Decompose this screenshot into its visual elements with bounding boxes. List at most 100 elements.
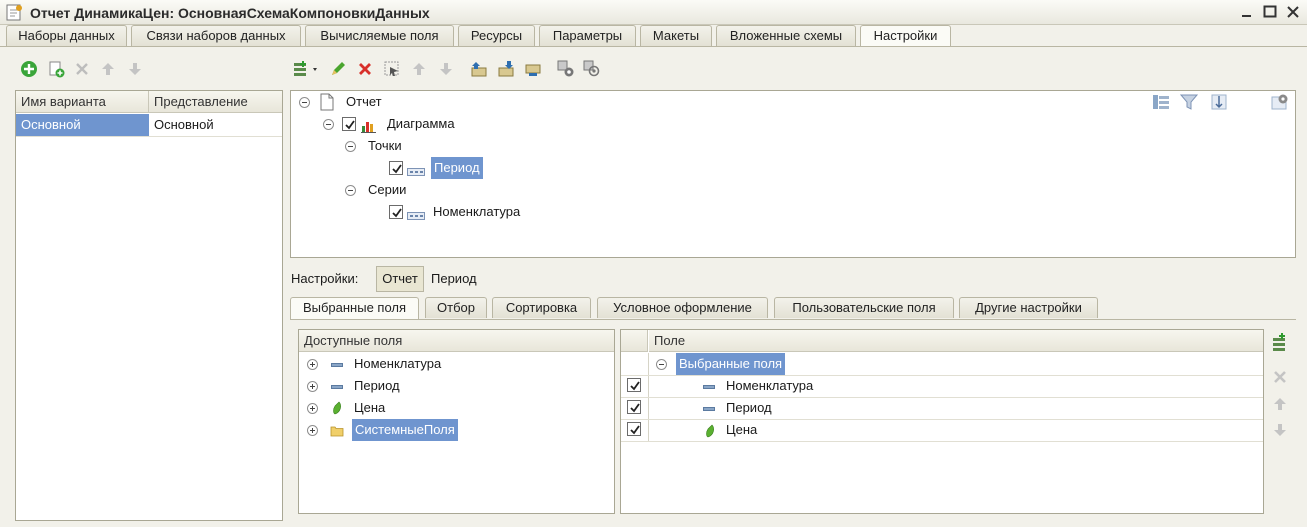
move-down-icon[interactable] bbox=[125, 59, 145, 79]
settings-gear-icon[interactable] bbox=[556, 59, 576, 79]
collapse-icon[interactable] bbox=[345, 141, 356, 152]
series-field-checkbox[interactable] bbox=[389, 205, 403, 219]
tab-parameters[interactable]: Параметры bbox=[539, 25, 636, 46]
move-up-icon[interactable] bbox=[409, 59, 429, 79]
tab-divider bbox=[0, 46, 1307, 47]
subtab-other-settings[interactable]: Другие настройки bbox=[959, 297, 1098, 318]
window-title: Отчет ДинамикаЦен: ОсновнаяСхемаКомпонов… bbox=[30, 5, 430, 21]
move-down-icon[interactable] bbox=[1270, 420, 1290, 440]
tree-series-field[interactable]: Номенклатура bbox=[433, 201, 520, 223]
row-divider bbox=[621, 375, 1263, 376]
field-icon bbox=[703, 385, 715, 389]
maximize-button[interactable] bbox=[1262, 4, 1278, 20]
expand-icon[interactable] bbox=[307, 359, 318, 370]
collapse-icon[interactable] bbox=[345, 185, 356, 196]
subtab-divider bbox=[290, 319, 1296, 320]
selected-field-checkbox[interactable] bbox=[627, 378, 641, 392]
settings-period-link[interactable]: Период bbox=[431, 271, 477, 286]
subtab-filter[interactable]: Отбор bbox=[425, 297, 487, 318]
column-header-view[interactable]: Представление bbox=[149, 91, 282, 113]
field-icon bbox=[331, 363, 343, 367]
move-down-icon[interactable] bbox=[436, 59, 456, 79]
available-fields-header: Доступные поля bbox=[299, 330, 614, 352]
variant-view-cell[interactable]: Основной bbox=[154, 114, 214, 136]
tree-points-label[interactable]: Точки bbox=[368, 135, 402, 157]
collapse-icon[interactable] bbox=[323, 119, 334, 130]
delete-field-icon[interactable] bbox=[1270, 367, 1290, 387]
tab-datasets[interactable]: Наборы данных bbox=[6, 25, 127, 46]
chart-checkbox[interactable] bbox=[342, 117, 356, 131]
field-icon bbox=[331, 385, 343, 389]
fields-icon[interactable] bbox=[1151, 93, 1171, 114]
selected-fields-group[interactable]: Выбранные поля bbox=[676, 353, 786, 375]
tab-resources[interactable]: Ресурсы bbox=[458, 25, 535, 46]
subtab-sort[interactable]: Сортировка bbox=[492, 297, 591, 318]
group-up-icon[interactable] bbox=[469, 59, 489, 79]
filter-icon[interactable] bbox=[1179, 93, 1199, 114]
tab-nested-schemas[interactable]: Вложенные схемы bbox=[716, 25, 856, 46]
selected-field-item[interactable]: Номенклатура bbox=[726, 375, 813, 397]
available-field-item[interactable]: Цена bbox=[354, 397, 385, 419]
other-settings-icon[interactable] bbox=[1270, 93, 1290, 114]
available-field-item[interactable]: СистемныеПоля bbox=[352, 419, 458, 441]
tab-settings[interactable]: Настройки bbox=[860, 25, 951, 47]
tab-layouts[interactable]: Макеты bbox=[640, 25, 712, 46]
settings-report-button[interactable]: Отчет bbox=[376, 266, 424, 292]
expand-icon[interactable] bbox=[307, 381, 318, 392]
subtab-conditional-format[interactable]: Условное оформление bbox=[597, 297, 768, 318]
grouping-field-icon bbox=[407, 208, 425, 223]
grouping-field-icon bbox=[407, 164, 425, 179]
collapse-icon[interactable] bbox=[299, 97, 310, 108]
subtab-selected-fields[interactable]: Выбранные поля bbox=[290, 297, 419, 319]
title-bar: Отчет ДинамикаЦен: ОсновнаяСхемаКомпонов… bbox=[0, 0, 1307, 25]
available-field-item[interactable]: Период bbox=[354, 375, 400, 397]
delete-variant-button[interactable] bbox=[72, 59, 92, 79]
delete-icon[interactable] bbox=[355, 59, 375, 79]
settings-search-icon[interactable] bbox=[582, 59, 602, 79]
tree-series-label[interactable]: Серии bbox=[368, 179, 406, 201]
row-divider bbox=[621, 397, 1263, 398]
tab-calculated-fields[interactable]: Вычисляемые поля bbox=[305, 25, 454, 46]
report-icon bbox=[319, 93, 335, 114]
group-move-icon[interactable] bbox=[523, 59, 543, 79]
minimize-button[interactable] bbox=[1239, 4, 1255, 20]
collapse-icon[interactable] bbox=[656, 359, 667, 370]
selected-field-item[interactable]: Период bbox=[726, 397, 772, 419]
expand-icon[interactable] bbox=[307, 425, 318, 436]
point-field-checkbox[interactable] bbox=[389, 161, 403, 175]
folder-icon bbox=[330, 425, 344, 440]
group-down-icon[interactable] bbox=[496, 59, 516, 79]
variant-name-cell[interactable]: Основной bbox=[16, 114, 149, 136]
expand-icon[interactable] bbox=[307, 403, 318, 414]
tree-root-label[interactable]: Отчет bbox=[346, 91, 382, 113]
copy-variant-button[interactable] bbox=[46, 59, 66, 79]
add-grouping-button[interactable] bbox=[292, 59, 322, 79]
available-field-item[interactable]: Номенклатура bbox=[354, 353, 441, 375]
sort-icon[interactable] bbox=[1209, 93, 1229, 114]
resource-icon bbox=[332, 401, 342, 418]
move-up-icon[interactable] bbox=[1270, 394, 1290, 414]
move-up-icon[interactable] bbox=[98, 59, 118, 79]
tree-point-field[interactable]: Период bbox=[431, 157, 483, 179]
edit-icon[interactable] bbox=[328, 59, 348, 79]
selected-fields-panel: Поле Выбранные поля Номенклатура Период … bbox=[620, 329, 1264, 514]
subtab-user-fields[interactable]: Пользовательские поля bbox=[774, 297, 954, 318]
resource-icon bbox=[705, 424, 715, 441]
column-header-variant-name[interactable]: Имя варианта bbox=[16, 91, 149, 113]
field-column-header: Поле bbox=[649, 330, 1263, 352]
structure-tree: Отчет Диаграмма Точки Период Серии Номен… bbox=[290, 90, 1296, 258]
available-fields-panel: Доступные поля Номенклатура Период Цена … bbox=[298, 329, 615, 514]
report-icon bbox=[6, 4, 22, 21]
tree-chart-label[interactable]: Диаграмма bbox=[387, 113, 455, 135]
add-field-button[interactable] bbox=[1270, 333, 1290, 353]
selected-field-checkbox[interactable] bbox=[627, 400, 641, 414]
selected-field-item[interactable]: Цена bbox=[726, 419, 757, 441]
add-variant-button[interactable] bbox=[19, 59, 39, 79]
variants-table: Имя варианта Представление Основной Осно… bbox=[15, 90, 283, 521]
close-button[interactable] bbox=[1285, 4, 1301, 20]
row-divider bbox=[16, 136, 282, 137]
select-icon[interactable] bbox=[382, 59, 402, 79]
chart-icon bbox=[361, 117, 377, 136]
selected-field-checkbox[interactable] bbox=[627, 422, 641, 436]
tab-dataset-links[interactable]: Связи наборов данных bbox=[131, 25, 301, 46]
